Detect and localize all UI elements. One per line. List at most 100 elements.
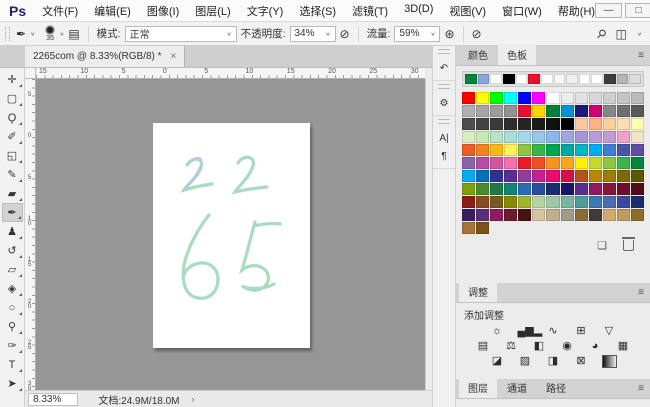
exposure-icon[interactable]: ⊞: [574, 325, 589, 338]
swatch[interactable]: [575, 170, 588, 182]
swatch[interactable]: [589, 131, 602, 143]
recent-swatch[interactable]: [478, 74, 490, 84]
swatch[interactable]: [518, 118, 531, 130]
swatch[interactable]: [476, 105, 489, 117]
recent-swatch[interactable]: [528, 74, 540, 84]
brush-tool[interactable]: ✒: [2, 203, 23, 222]
recent-swatch[interactable]: [541, 74, 553, 84]
swatch[interactable]: [617, 131, 630, 143]
swatch[interactable]: [603, 118, 616, 130]
swatch[interactable]: [575, 183, 588, 195]
rect-marquee-tool[interactable]: ▢: [2, 89, 23, 108]
swatch[interactable]: [589, 209, 602, 221]
swatch[interactable]: [476, 196, 489, 208]
move-tool[interactable]: ✛: [2, 70, 23, 89]
swatch[interactable]: [462, 118, 475, 130]
swatch[interactable]: [518, 183, 531, 195]
blend-mode-select[interactable]: 正常 ∨: [125, 26, 237, 42]
blur-tool[interactable]: ○: [2, 298, 23, 317]
swatch[interactable]: [603, 131, 616, 143]
recent-swatch[interactable]: [554, 74, 566, 84]
swatch[interactable]: [476, 183, 489, 195]
swatch[interactable]: [603, 209, 616, 221]
panel-menu-icon[interactable]: ≡: [638, 50, 644, 61]
recent-swatch[interactable]: [579, 74, 591, 84]
swatch[interactable]: [631, 196, 644, 208]
swatch[interactable]: [631, 131, 644, 143]
swatch[interactable]: [462, 144, 475, 156]
swatch[interactable]: [546, 157, 559, 169]
clone-stamp-tool[interactable]: ♟: [2, 222, 23, 241]
swatch[interactable]: [490, 118, 503, 130]
swatch[interactable]: [603, 144, 616, 156]
swatch[interactable]: [532, 183, 545, 195]
swatch[interactable]: [589, 157, 602, 169]
swatch[interactable]: [490, 196, 503, 208]
swatch[interactable]: [532, 196, 545, 208]
swatch[interactable]: [518, 209, 531, 221]
swatch[interactable]: [603, 157, 616, 169]
menu-filter[interactable]: 滤镜(T): [352, 3, 388, 19]
swatch[interactable]: [462, 105, 475, 117]
swatch[interactable]: [575, 209, 588, 221]
swatch[interactable]: [532, 131, 545, 143]
swatch[interactable]: [476, 170, 489, 182]
new-swatch-icon[interactable]: ❏: [597, 239, 607, 252]
swatch[interactable]: [561, 209, 574, 221]
swatch[interactable]: [561, 170, 574, 182]
swatch[interactable]: [504, 118, 517, 130]
swatch[interactable]: [561, 105, 574, 117]
curves-icon[interactable]: ∿: [546, 325, 561, 338]
swatch[interactable]: [532, 144, 545, 156]
swatch[interactable]: [617, 209, 630, 221]
crop-tool[interactable]: ◱: [2, 146, 23, 165]
swatch[interactable]: [504, 105, 517, 117]
swatch[interactable]: [546, 118, 559, 130]
canvas-scroll-gutter[interactable]: [425, 79, 432, 390]
swatch[interactable]: [561, 183, 574, 195]
swatch[interactable]: [589, 183, 602, 195]
swatch[interactable]: [546, 105, 559, 117]
document-page[interactable]: [153, 123, 310, 348]
close-icon[interactable]: ×: [171, 51, 177, 62]
swatch[interactable]: [518, 196, 531, 208]
pen-tool[interactable]: ✑: [2, 336, 23, 355]
swatch[interactable]: [518, 105, 531, 117]
tab-swatches[interactable]: 色板: [498, 44, 536, 65]
vibrance-icon[interactable]: ▽: [602, 325, 617, 338]
swatch[interactable]: [504, 209, 517, 221]
swatch[interactable]: [518, 157, 531, 169]
threshold-icon[interactable]: ◨: [546, 355, 561, 368]
swatch[interactable]: [490, 183, 503, 195]
swatch[interactable]: [631, 183, 644, 195]
swatch[interactable]: [631, 92, 644, 104]
swatch[interactable]: [462, 157, 475, 169]
minimize-button[interactable]: —: [595, 3, 622, 18]
swatch[interactable]: [561, 196, 574, 208]
document-tab[interactable]: 2265com @ 8.33%(RGB/8) * ×: [25, 46, 185, 67]
swatch[interactable]: [518, 144, 531, 156]
canvas-area[interactable]: [36, 79, 425, 390]
selective-color-icon[interactable]: ⊠: [574, 355, 589, 368]
menu-window[interactable]: 窗口(W): [502, 3, 542, 19]
swatch[interactable]: [603, 105, 616, 117]
menu-type[interactable]: 文字(Y): [247, 3, 284, 19]
swatch[interactable]: [546, 196, 559, 208]
menu-select[interactable]: 选择(S): [299, 3, 336, 19]
character-panel-icon[interactable]: A|: [439, 133, 448, 144]
photo-filter-icon[interactable]: ◉: [560, 340, 575, 353]
status-chevron-icon[interactable]: ›: [192, 394, 195, 404]
swatch[interactable]: [631, 118, 644, 130]
swatch[interactable]: [504, 144, 517, 156]
quick-selection-tool[interactable]: ✐: [2, 127, 23, 146]
swatch[interactable]: [504, 131, 517, 143]
paragraph-panel-icon[interactable]: ¶: [441, 151, 446, 162]
menu-3d[interactable]: 3D(D): [404, 3, 433, 19]
swatch[interactable]: [504, 92, 517, 104]
recent-swatch[interactable]: [566, 74, 578, 84]
swatch[interactable]: [490, 170, 503, 182]
tab-channels[interactable]: 通道: [498, 377, 536, 398]
workspace-switcher-icon[interactable]: ◫: [616, 27, 627, 41]
recent-swatch[interactable]: [604, 74, 616, 84]
menu-edit[interactable]: 编辑(E): [94, 3, 131, 19]
